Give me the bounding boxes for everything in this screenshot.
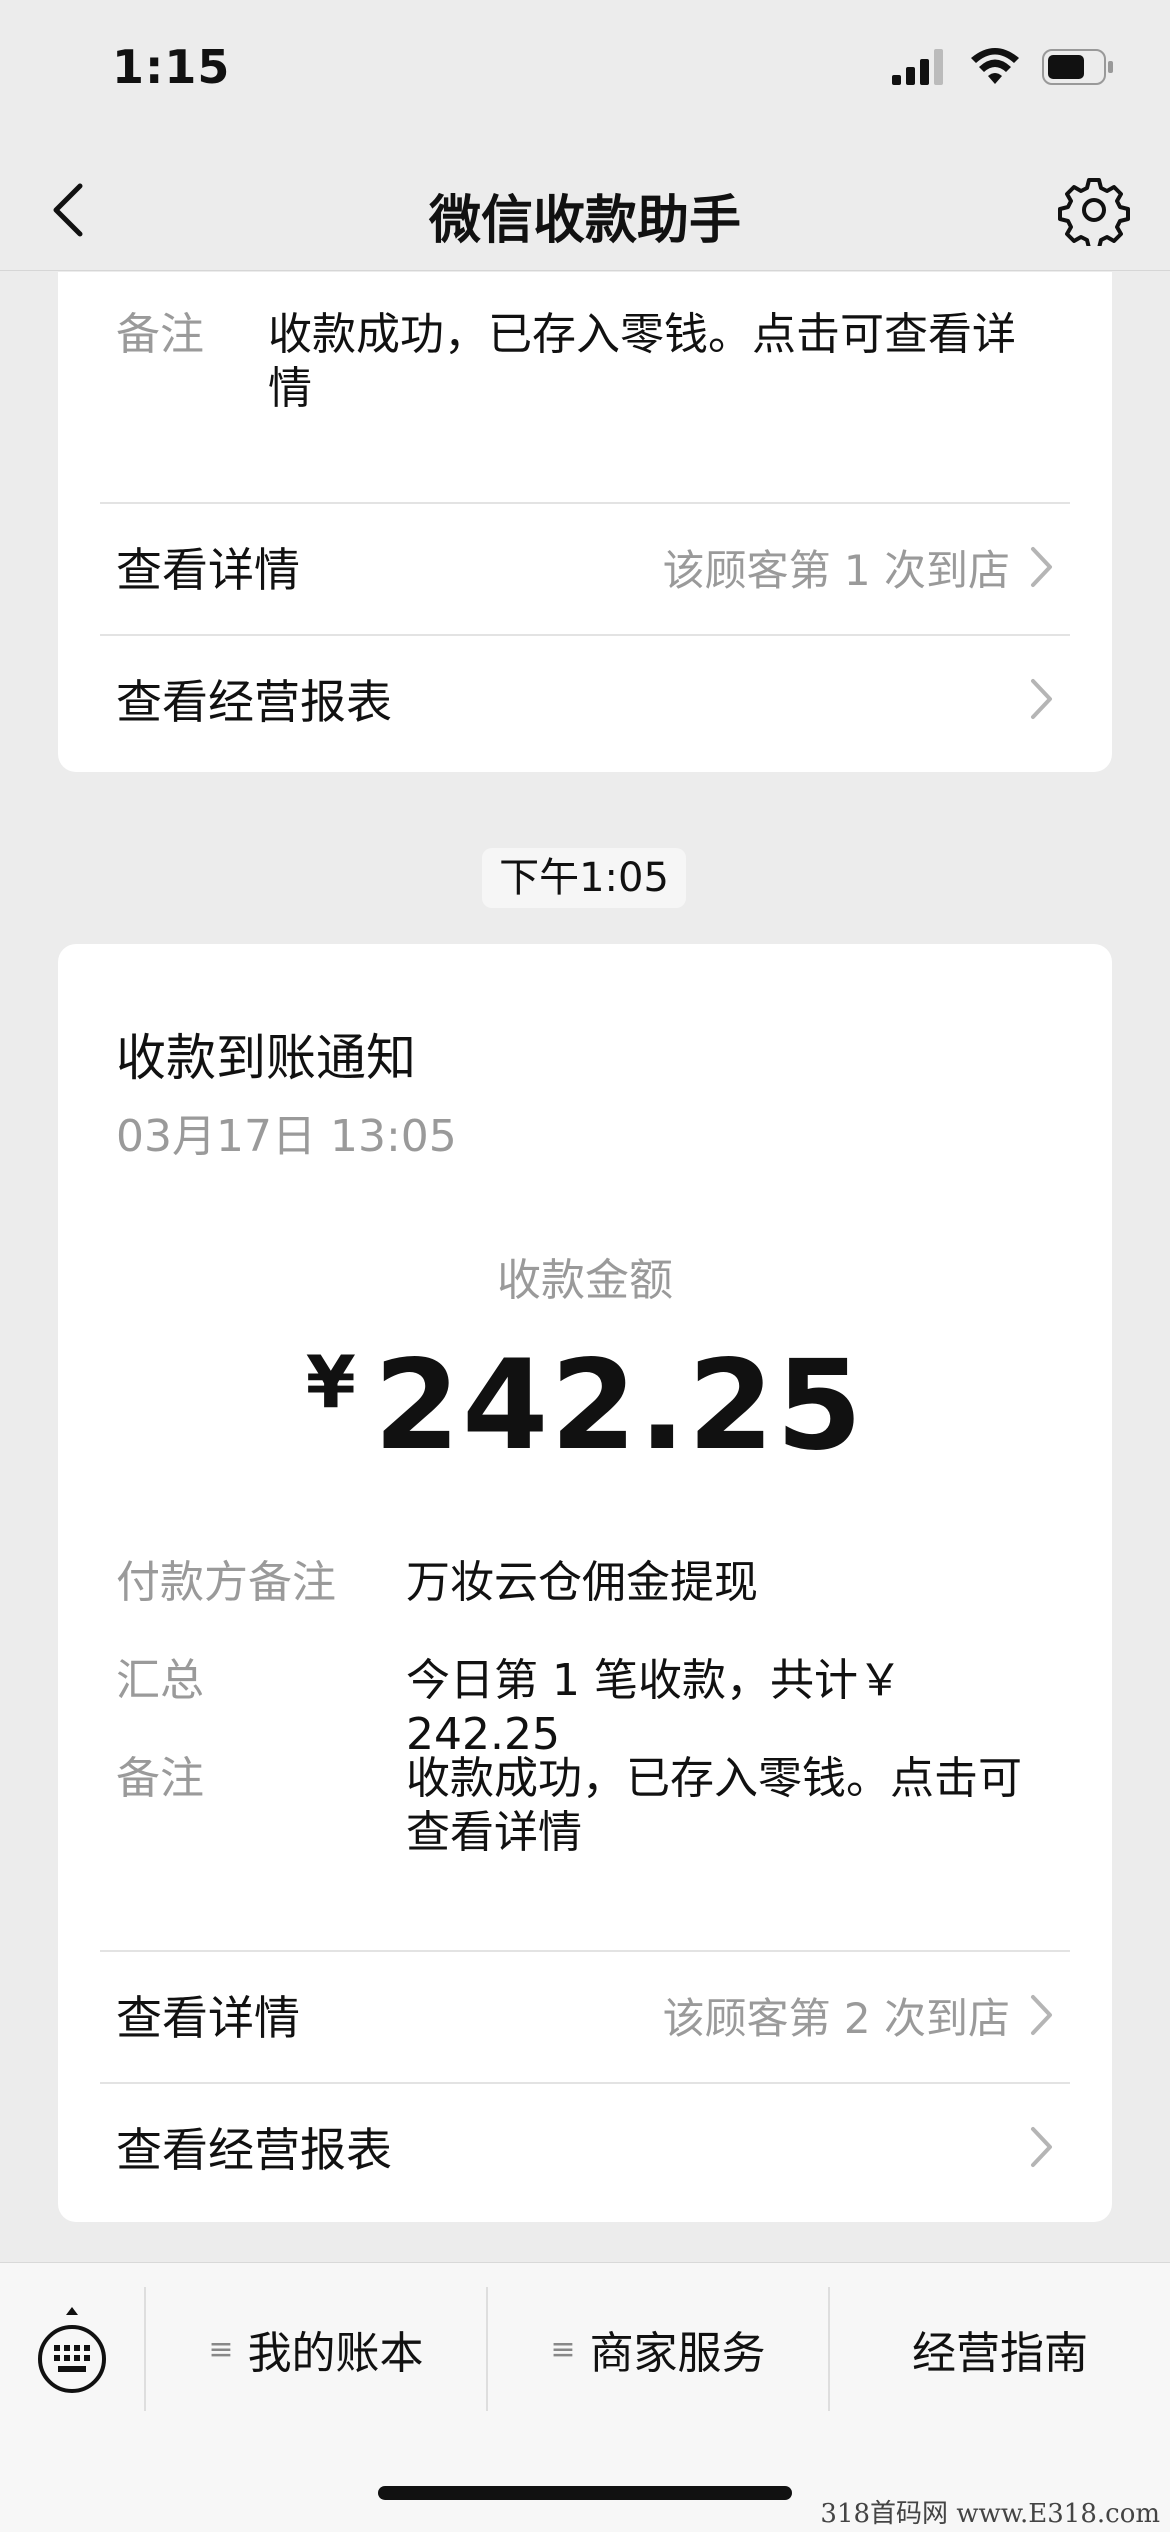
watermark: 318首码网 www.E318.com	[820, 2499, 1160, 2529]
amount-value: 242.25	[373, 1334, 865, 1478]
currency-symbol: ¥	[305, 1340, 356, 1424]
menu-list-icon: ≡	[208, 2331, 234, 2367]
summary-label: 汇总	[116, 1655, 204, 1706]
note-row: 备注 收款成功，已存入零钱。点击可查看详情	[116, 1752, 1054, 1860]
gear-icon[interactable]	[1058, 174, 1130, 246]
chevron-right-icon	[1031, 679, 1052, 719]
view-details-right: 该顾客第 1 次到店	[663, 537, 1054, 598]
view-report-label: 查看经营报表	[116, 2123, 392, 2177]
payer-note-label: 付款方备注	[116, 1557, 336, 1608]
page-title: 微信收款助手	[428, 191, 741, 251]
note-row: 备注 收款成功，已存入零钱。点击可查看详情	[116, 308, 1054, 416]
divider	[100, 1950, 1070, 1952]
status-time: 1:15	[112, 40, 231, 94]
chevron-right-icon	[1031, 2127, 1052, 2167]
view-details-link[interactable]: 查看详情 该顾客第 1 次到店	[116, 522, 1054, 612]
payer-note-row: 付款方备注 万妆云仓佣金提现	[116, 1556, 1054, 1610]
divider	[100, 634, 1070, 636]
view-details-right: 该顾客第 2 次到店	[663, 1985, 1054, 2046]
message-timestamp: 下午1:05	[482, 848, 686, 908]
notice-date: 03月17日 13:05	[116, 1111, 457, 1162]
notice-title: 收款到账通知	[116, 1029, 416, 1087]
cellular-signal-icon	[892, 49, 943, 85]
view-report-link[interactable]: 查看经营报表	[116, 2102, 1054, 2192]
navigation-bar: 微信收款助手	[0, 150, 1170, 271]
screen: 1:15 微信收款助手 备注 收款成功，已存入零钱。点击可查看详情 查看详情 该…	[0, 0, 1170, 2532]
visit-count-hint: 该顾客第 1 次到店	[662, 545, 1010, 595]
menu-item-label: 商家服务	[589, 2328, 766, 2379]
note-value: 收款成功，已存入零钱。点击可查看详情	[406, 1753, 1022, 1858]
payment-notice-card[interactable]: 收款到账通知 03月17日 13:05 收款金额 ¥242.25 付款方备注 万…	[58, 944, 1112, 2222]
menu-item-merchant-services[interactable]: ≡ 商家服务	[488, 2287, 828, 2411]
status-bar: 1:15	[0, 0, 1170, 150]
amount-label: 收款金额	[497, 1255, 673, 1306]
battery-icon	[1042, 49, 1113, 85]
view-details-label: 查看详情	[116, 1991, 300, 2045]
wifi-icon	[971, 48, 1019, 84]
menu-item-label: 经营指南	[912, 2328, 1088, 2379]
menu-item-label: 我的账本	[247, 2328, 424, 2379]
menu-list-icon: ≡	[550, 2331, 576, 2367]
menu-item-business-guide[interactable]: 经营指南	[830, 2287, 1170, 2411]
divider	[100, 2082, 1070, 2084]
note-label: 备注	[116, 1753, 204, 1804]
view-details-link[interactable]: 查看详情 该顾客第 2 次到店	[116, 1970, 1054, 2060]
menu-item-my-ledger[interactable]: ≡ 我的账本	[146, 2287, 486, 2411]
keyboard-icon[interactable]	[36, 2303, 108, 2403]
summary-value: 今日第 1 笔收款，共计￥ 242.25	[406, 1655, 902, 1760]
note-value: 收款成功，已存入零钱。点击可查看详情	[268, 309, 1016, 414]
status-icons	[892, 48, 1114, 86]
payer-note-value: 万妆云仓佣金提现	[406, 1557, 758, 1608]
divider	[100, 502, 1070, 504]
chevron-right-icon	[1031, 547, 1052, 587]
amount-display: ¥242.25	[58, 1334, 1112, 1478]
previous-payment-card: 备注 收款成功，已存入零钱。点击可查看详情 查看详情 该顾客第 1 次到店 查看…	[58, 272, 1112, 772]
view-report-link[interactable]: 查看经营报表	[116, 654, 1054, 744]
chevron-right-icon	[1031, 1995, 1052, 2035]
summary-row: 汇总 今日第 1 笔收款，共计￥ 242.25	[116, 1654, 1054, 1762]
view-report-label: 查看经营报表	[116, 675, 392, 729]
home-indicator[interactable]	[378, 2486, 792, 2500]
note-label: 备注	[116, 309, 204, 360]
view-details-label: 查看详情	[116, 543, 300, 597]
visit-count-hint: 该顾客第 2 次到店	[662, 1993, 1010, 2043]
